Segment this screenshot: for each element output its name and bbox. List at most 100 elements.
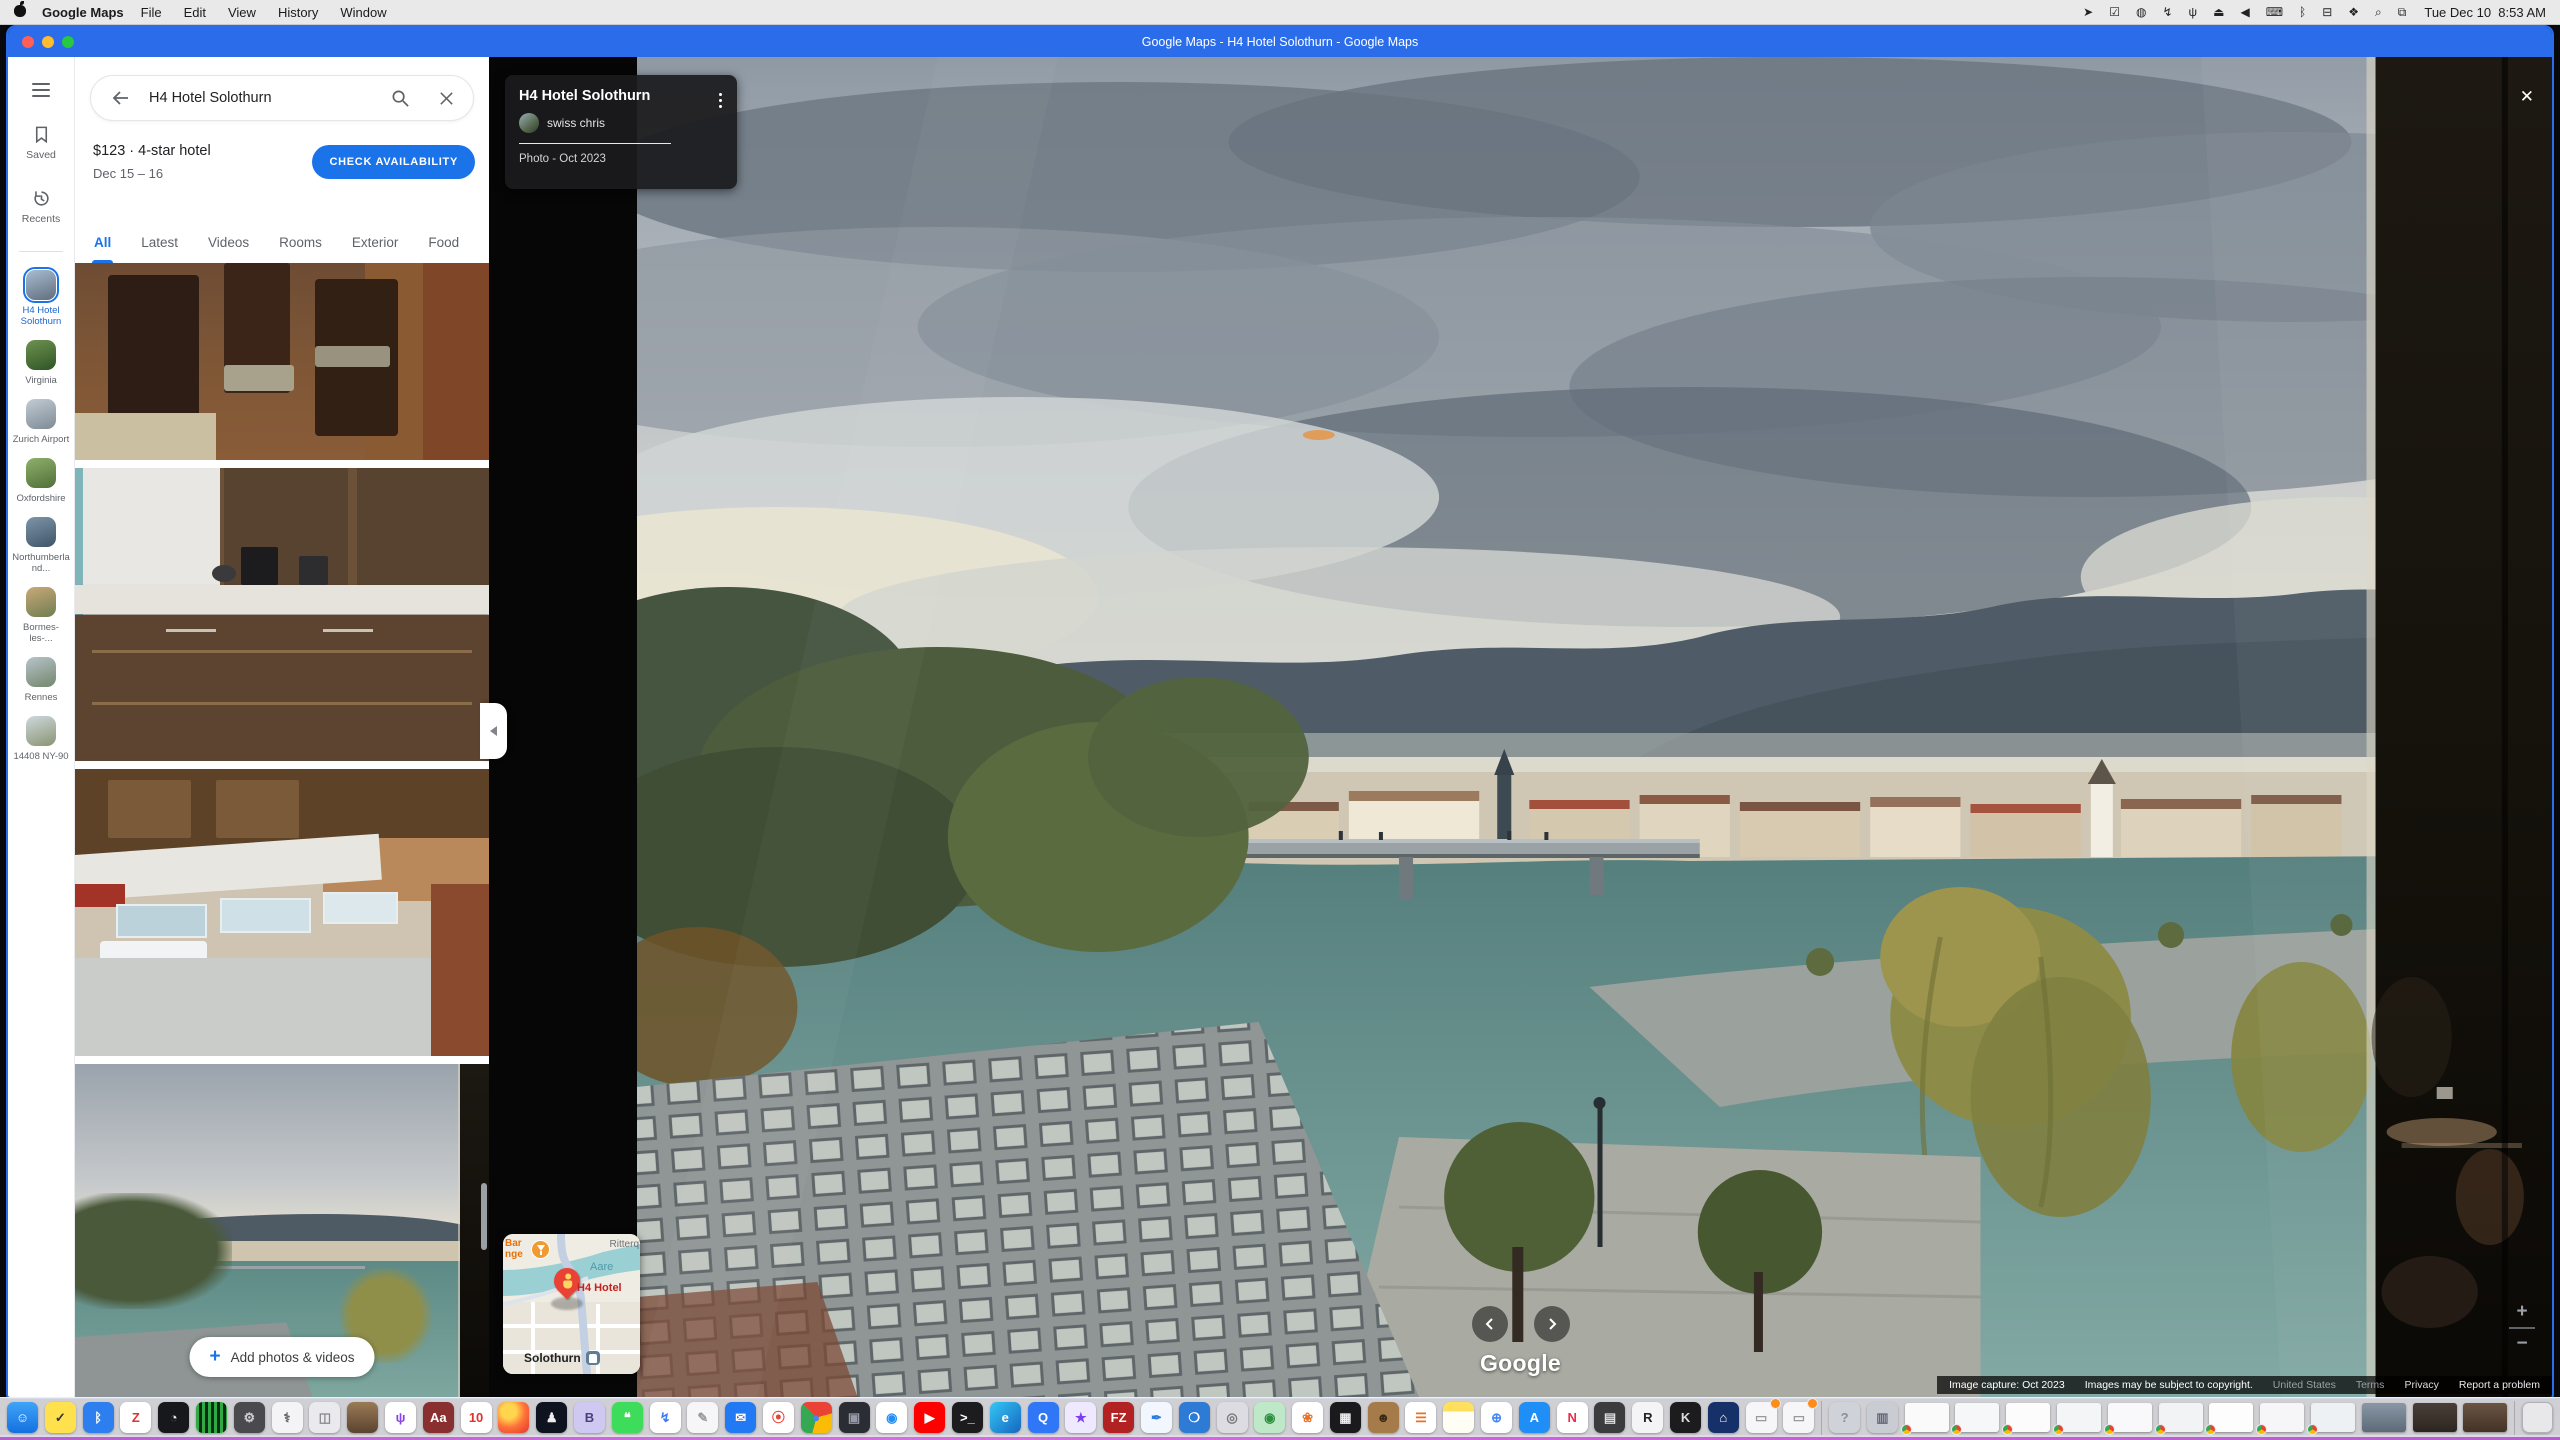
- privacy-link[interactable]: Privacy: [2404, 1379, 2438, 1391]
- recent-place-item[interactable]: 14408 NY-90: [8, 716, 74, 762]
- back-icon[interactable]: [109, 88, 129, 108]
- hotel-dates[interactable]: Dec 15 – 16: [93, 166, 211, 181]
- dock-item[interactable]: ✎: [687, 1402, 718, 1433]
- dock-item[interactable]: 10: [461, 1402, 492, 1433]
- recent-place-item[interactable]: Zurich Airport: [8, 399, 74, 445]
- menubar-menu[interactable]: Window: [329, 5, 397, 20]
- dock-item[interactable]: A: [1519, 1402, 1550, 1433]
- dock-item[interactable]: ⦿: [763, 1402, 794, 1433]
- dock-item[interactable]: [2463, 1403, 2507, 1432]
- dock-item[interactable]: ☰: [1405, 1402, 1436, 1433]
- photo-category-tab[interactable]: All: [79, 221, 126, 263]
- dock-item[interactable]: [1821, 1401, 1822, 1435]
- report-problem-link[interactable]: Report a problem: [2459, 1379, 2540, 1391]
- dock-item[interactable]: ❍: [1179, 1402, 1210, 1433]
- dock-item[interactable]: [2159, 1403, 2203, 1432]
- dock-item[interactable]: ★: [1065, 1402, 1096, 1433]
- dock-item[interactable]: ❝: [612, 1402, 643, 1433]
- dock-item[interactable]: [2006, 1403, 2050, 1432]
- author-name[interactable]: swiss chris: [547, 116, 605, 130]
- dock-item[interactable]: ↯: [650, 1402, 681, 1433]
- dock-item[interactable]: ?: [1829, 1402, 1860, 1433]
- photo-category-tab[interactable]: Food: [413, 221, 474, 263]
- main-menu-button[interactable]: [32, 83, 50, 97]
- dock-item[interactable]: B: [574, 1402, 605, 1433]
- dock-item[interactable]: [1905, 1403, 1949, 1432]
- dock-item[interactable]: ⌂: [1708, 1402, 1739, 1433]
- dock-item[interactable]: [2362, 1403, 2406, 1432]
- backup-icon[interactable]: ◍: [2128, 5, 2154, 19]
- dock-item[interactable]: [2413, 1403, 2457, 1432]
- dock-item[interactable]: ●: [801, 1402, 832, 1433]
- menubar-menu[interactable]: File: [130, 5, 173, 20]
- recent-place-item[interactable]: Bormes-les-...: [8, 587, 74, 644]
- dock-item[interactable]: ☻: [1368, 1402, 1399, 1433]
- usb-icon[interactable]: ψ: [2181, 5, 2206, 19]
- dock-item[interactable]: e: [990, 1402, 1021, 1433]
- photo-thumbnail-restaurant[interactable]: [75, 263, 489, 460]
- dock-item[interactable]: Q: [1028, 1402, 1059, 1433]
- terms-link[interactable]: Terms: [2356, 1379, 2385, 1391]
- collapse-panel-handle[interactable]: [480, 703, 507, 759]
- dock-item[interactable]: ▥: [1867, 1402, 1898, 1433]
- author-avatar[interactable]: [519, 113, 539, 133]
- dock-item[interactable]: ψ: [385, 1402, 416, 1433]
- dock-item[interactable]: [2260, 1403, 2304, 1432]
- menubar-menu[interactable]: View: [217, 5, 267, 20]
- dock-item[interactable]: ✉: [725, 1402, 756, 1433]
- dock-item[interactable]: [196, 1402, 227, 1433]
- photo-options-menu[interactable]: [716, 90, 725, 111]
- airplay-icon[interactable]: ❖: [2340, 5, 2367, 19]
- menubar-menu[interactable]: Edit: [173, 5, 217, 20]
- sidebar-item-recents[interactable]: Recents: [22, 189, 61, 225]
- volume-icon[interactable]: ◀: [2232, 5, 2257, 19]
- zoom-in-button[interactable]: +: [2516, 1303, 2527, 1321]
- photo-thumbnail-buffet[interactable]: [75, 769, 489, 1056]
- dock-item[interactable]: R: [1632, 1402, 1663, 1433]
- sidebar-item-saved[interactable]: Saved: [26, 125, 56, 161]
- dock-item[interactable]: ᛒ: [83, 1402, 114, 1433]
- menubar-menu[interactable]: History: [267, 5, 329, 20]
- keyboard-icon[interactable]: ⌨: [2258, 5, 2291, 19]
- menubar-clock[interactable]: Tue Dec 10 8:53 AM: [2424, 5, 2546, 20]
- dock-item[interactable]: ⊕: [1481, 1402, 1512, 1433]
- dock-item[interactable]: ▭: [1783, 1402, 1814, 1433]
- panel-scrollbar[interactable]: [481, 1183, 487, 1250]
- check-availability-button[interactable]: CHECK AVAILABILITY: [312, 145, 475, 179]
- dock-item[interactable]: [2522, 1402, 2553, 1433]
- search-bar[interactable]: H4 Hotel Solothurn: [90, 75, 474, 121]
- mini-map[interactable]: Barnge Ritterq Aare H4 Hotel Solothurn: [503, 1234, 640, 1374]
- dock-item[interactable]: ▣: [839, 1402, 870, 1433]
- dock-item[interactable]: [2108, 1403, 2152, 1432]
- photo-thumbnail-kitchenette[interactable]: [75, 468, 489, 761]
- clear-search-icon[interactable]: [438, 90, 455, 107]
- location-icon[interactable]: ➤: [2075, 5, 2101, 19]
- search-icon[interactable]: [391, 89, 410, 108]
- dock-item[interactable]: [2311, 1403, 2355, 1432]
- dock-item[interactable]: ◉: [1254, 1402, 1285, 1433]
- dock-item[interactable]: [2209, 1403, 2253, 1432]
- window-titlebar[interactable]: Google Maps - H4 Hotel Solothurn - Googl…: [8, 27, 2552, 57]
- close-photo-button[interactable]: ✕: [2520, 87, 2534, 107]
- recent-place-item[interactable]: Rennes: [8, 657, 74, 703]
- dock-item[interactable]: ◉: [876, 1402, 907, 1433]
- recent-place-item[interactable]: H4 Hotel Solothurn: [8, 270, 74, 327]
- photo-category-tab[interactable]: Videos: [193, 221, 264, 263]
- dock-item[interactable]: >_: [952, 1402, 983, 1433]
- menubar-app-name[interactable]: Google Maps: [42, 5, 124, 20]
- dock-item[interactable]: ♟: [536, 1402, 567, 1433]
- battery-icon[interactable]: ⊟: [2314, 5, 2340, 19]
- next-photo-button[interactable]: [1534, 1306, 1570, 1342]
- recent-place-item[interactable]: 2 Virginia: [8, 340, 74, 386]
- dock-item[interactable]: ⚕: [272, 1402, 303, 1433]
- dock-item[interactable]: [347, 1402, 378, 1433]
- dock-item[interactable]: ◎: [1217, 1402, 1248, 1433]
- dock-item[interactable]: Z: [120, 1402, 151, 1433]
- power-icon[interactable]: ↯: [2154, 5, 2180, 19]
- eject-icon[interactable]: ⏏: [2205, 5, 2232, 19]
- bar-poi-icon[interactable]: [531, 1240, 550, 1259]
- dock-item[interactable]: K: [1670, 1402, 1701, 1433]
- dock-item[interactable]: N: [1557, 1402, 1588, 1433]
- dock-item[interactable]: [2057, 1403, 2101, 1432]
- control-center-icon[interactable]: ⧉: [2390, 5, 2415, 20]
